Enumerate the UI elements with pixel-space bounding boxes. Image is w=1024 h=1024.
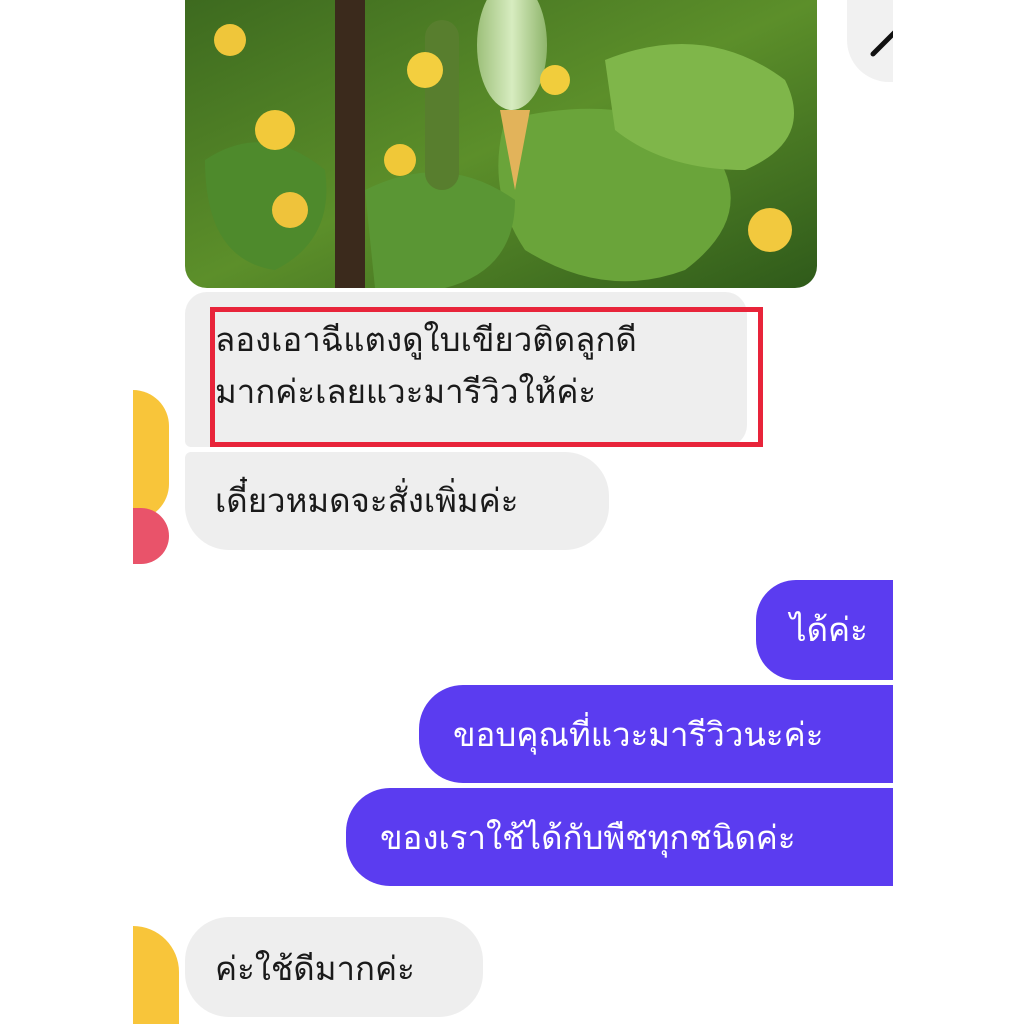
photo-image bbox=[185, 0, 817, 288]
heart-reaction-icon bbox=[133, 508, 169, 564]
message-text-line: ลองเอาฉีแตงดูใบเขียวติดลูกดี bbox=[215, 320, 637, 359]
message-bubble-incoming[interactable]: ลองเอาฉีแตงดูใบเขียวติดลูกดี มากค่ะเลยแว… bbox=[185, 292, 747, 447]
message-bubble-incoming[interactable]: ค่ะใช้ดีมากค่ะ bbox=[185, 917, 483, 1017]
user-avatar[interactable] bbox=[133, 926, 179, 1024]
share-icon bbox=[870, 30, 893, 57]
user-avatar[interactable] bbox=[133, 390, 169, 520]
message-bubble-outgoing[interactable]: ได้ค่ะ bbox=[756, 580, 893, 680]
message-text: ได้ค่ะ bbox=[790, 610, 868, 649]
share-button[interactable] bbox=[847, 0, 893, 82]
message-bubble-incoming[interactable]: เดี๋ยวหมดจะสั่งเพิ่มค่ะ bbox=[185, 452, 609, 550]
cucumber-plant-photo[interactable] bbox=[185, 0, 817, 288]
message-text: ขอบคุณที่แวะมารีวิวนะค่ะ bbox=[453, 715, 824, 754]
message-text-line: มากค่ะเลยแวะมารีวิวให้ค่ะ bbox=[215, 372, 597, 411]
message-text: ของเราใช้ได้กับพืชทุกชนิดค่ะ bbox=[380, 818, 796, 857]
message-bubble-outgoing[interactable]: ขอบคุณที่แวะมารีวิวนะค่ะ bbox=[419, 685, 893, 783]
message-text: เดี๋ยวหมดจะสั่งเพิ่มค่ะ bbox=[215, 481, 519, 520]
message-text: ค่ะใช้ดีมากค่ะ bbox=[215, 949, 415, 988]
message-bubble-outgoing[interactable]: ของเราใช้ได้กับพืชทุกชนิดค่ะ bbox=[346, 788, 893, 886]
chat-thread: ลองเอาฉีแตงดูใบเขียวติดลูกดี มากค่ะเลยแว… bbox=[133, 0, 893, 1024]
